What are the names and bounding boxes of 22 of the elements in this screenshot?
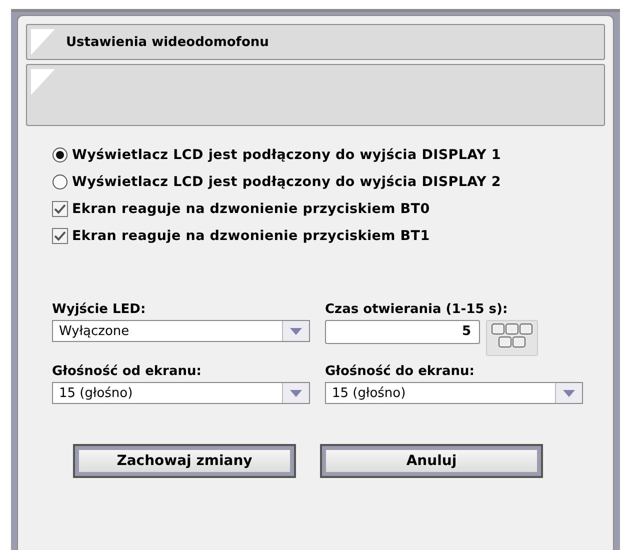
dropdown[interactable]: 15 (głośno) [325, 382, 583, 404]
field-label: Wyjście LED: [52, 302, 147, 317]
radio-button[interactable] [52, 147, 68, 163]
keypad-icon[interactable] [486, 320, 538, 356]
corner-icon [31, 69, 57, 95]
save-button[interactable]: Zachowaj zmiany [73, 444, 296, 478]
field-label: Czas otwierania (1-15 s): [325, 302, 509, 317]
checkbox[interactable] [52, 201, 68, 217]
radio-button[interactable] [52, 174, 68, 190]
panel-title: Ustawienia wideodomofonu [66, 34, 269, 50]
corner-icon [31, 29, 57, 55]
option-label: Wyświetlacz LCD jest podłączony do wyjścia DISPLAY 1 [72, 147, 501, 163]
option-label: Wyświetlacz LCD jest podłączony do wyjścia DISPLAY 2 [72, 174, 501, 190]
option-label: Ekran reaguje na dzwonienie przyciskiem BT0 [72, 201, 430, 217]
option-label: Ekran reaguje na dzwonienie przyciskiem BT1 [72, 228, 430, 244]
cancel-button[interactable]: Anuluj [320, 444, 543, 478]
dropdown[interactable]: 15 (głośno) [52, 382, 310, 404]
checkbox[interactable] [52, 228, 68, 244]
dropdown[interactable]: Wyłączone [52, 320, 310, 342]
field-label: Głośność od ekranu: [52, 364, 202, 379]
field-label: Głośność do ekranu: [325, 364, 476, 379]
number-field[interactable]: 5 [325, 320, 480, 344]
